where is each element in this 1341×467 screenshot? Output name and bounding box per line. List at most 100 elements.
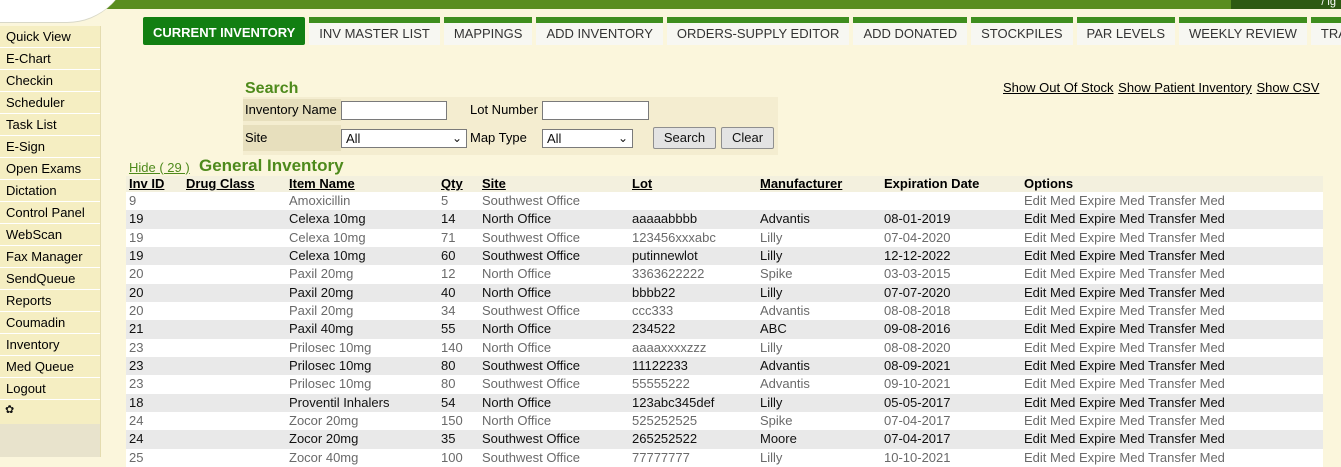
sidebar-item-open-exams[interactable]: Open Exams xyxy=(0,158,100,180)
tab-transactio[interactable]: TRANSACTIO xyxy=(1310,17,1341,45)
sidebar-item-med-queue[interactable]: Med Queue xyxy=(0,356,100,378)
header-qty[interactable]: Qty xyxy=(441,176,463,191)
sidebar-item-inventory[interactable]: Inventory xyxy=(0,334,100,356)
sidebar-item-e-sign[interactable]: E-Sign xyxy=(0,136,100,158)
transfer-med-link[interactable]: Transfer Med xyxy=(1148,230,1225,245)
expire-med-link[interactable]: Expire Med xyxy=(1079,211,1145,226)
tab-mappings[interactable]: MAPPINGS xyxy=(443,17,533,45)
search-title: Search xyxy=(245,80,299,97)
hide-section-link[interactable]: Hide ( 29 ) xyxy=(129,160,190,175)
header-item-name[interactable]: Item Name xyxy=(289,176,355,191)
sidebar-item-e-chart[interactable]: E-Chart xyxy=(0,48,100,70)
transfer-med-link[interactable]: Transfer Med xyxy=(1148,321,1225,336)
sidebar-item-dictation[interactable]: Dictation xyxy=(0,180,100,202)
header-manufacturer[interactable]: Manufacturer xyxy=(760,176,842,191)
sidebar-item-webscan[interactable]: WebScan xyxy=(0,224,100,246)
transfer-med-link[interactable]: Transfer Med xyxy=(1148,193,1225,208)
tab-par-levels[interactable]: PAR LEVELS xyxy=(1076,17,1176,45)
tab-inv-master-list[interactable]: INV MASTER LIST xyxy=(309,17,440,45)
expire-med-link[interactable]: Expire Med xyxy=(1079,450,1145,465)
tab-stockpiles[interactable]: STOCKPILES xyxy=(971,17,1073,45)
transfer-med-link[interactable]: Transfer Med xyxy=(1148,285,1225,300)
plugin-icon[interactable]: ✿ xyxy=(5,404,17,416)
edit-med-link[interactable]: Edit Med xyxy=(1024,376,1075,391)
tab-weekly-review[interactable]: WEEKLY REVIEW xyxy=(1179,17,1307,45)
expire-med-link[interactable]: Expire Med xyxy=(1079,340,1145,355)
header-lot[interactable]: Lot xyxy=(632,176,652,191)
header-inv-id[interactable]: Inv ID xyxy=(129,176,164,191)
tab-current-inventory[interactable]: CURRENT INVENTORY xyxy=(143,17,306,45)
edit-med-link[interactable]: Edit Med xyxy=(1024,248,1075,263)
transfer-med-link[interactable]: Transfer Med xyxy=(1148,450,1225,465)
cell-site: Southwest Office xyxy=(482,229,581,245)
edit-med-link[interactable]: Edit Med xyxy=(1024,211,1075,226)
header-drug-class[interactable]: Drug Class xyxy=(186,176,255,191)
sidebar-item-control-panel[interactable]: Control Panel xyxy=(0,202,100,224)
transfer-med-link[interactable]: Transfer Med xyxy=(1148,431,1225,446)
cell-inv-id: 23 xyxy=(129,339,144,355)
transfer-med-link[interactable]: Transfer Med xyxy=(1148,248,1225,263)
row-options: Edit Med Expire Med Transfer Med xyxy=(1024,450,1225,465)
edit-med-link[interactable]: Edit Med xyxy=(1024,395,1075,410)
edit-med-link[interactable]: Edit Med xyxy=(1024,266,1075,281)
transfer-med-link[interactable]: Transfer Med xyxy=(1148,266,1225,281)
expire-med-link[interactable]: Expire Med xyxy=(1079,395,1145,410)
top-banner xyxy=(0,0,1341,9)
edit-med-link[interactable]: Edit Med xyxy=(1024,450,1075,465)
sidebar-item-checkin[interactable]: Checkin xyxy=(0,70,100,92)
show-out-of-stock-link[interactable]: Show Out Of Stock xyxy=(1003,80,1114,95)
cell-lot: aaaaxxxxzzz xyxy=(632,339,707,355)
search-button[interactable]: Search xyxy=(653,127,716,149)
edit-med-link[interactable]: Edit Med xyxy=(1024,431,1075,446)
transfer-med-link[interactable]: Transfer Med xyxy=(1148,413,1225,428)
map-type-select[interactable]: All ⌄ xyxy=(542,129,633,148)
cell-item-name: Celexa 10mg xyxy=(289,247,366,263)
expire-med-link[interactable]: Expire Med xyxy=(1079,358,1145,373)
show-patient-inventory-link[interactable]: Show Patient Inventory xyxy=(1118,80,1252,95)
edit-med-link[interactable]: Edit Med xyxy=(1024,230,1075,245)
transfer-med-link[interactable]: Transfer Med xyxy=(1148,376,1225,391)
header-site[interactable]: Site xyxy=(482,176,506,191)
tab-add-inventory[interactable]: ADD INVENTORY xyxy=(536,17,663,45)
cell-qty: 54 xyxy=(441,394,456,410)
tab-add-donated[interactable]: ADD DONATED xyxy=(853,17,968,45)
expire-med-link[interactable]: Expire Med xyxy=(1079,285,1145,300)
transfer-med-link[interactable]: Transfer Med xyxy=(1148,395,1225,410)
edit-med-link[interactable]: Edit Med xyxy=(1024,340,1075,355)
clear-button[interactable]: Clear xyxy=(721,127,774,149)
sidebar-item-reports[interactable]: Reports xyxy=(0,290,100,312)
sidebar-item-scheduler[interactable]: Scheduler xyxy=(0,92,100,114)
expire-med-link[interactable]: Expire Med xyxy=(1079,321,1145,336)
sidebar-item-sendqueue[interactable]: SendQueue xyxy=(0,268,100,290)
edit-med-link[interactable]: Edit Med xyxy=(1024,321,1075,336)
inventory-name-input[interactable] xyxy=(341,101,447,120)
transfer-med-link[interactable]: Transfer Med xyxy=(1148,340,1225,355)
expire-med-link[interactable]: Expire Med xyxy=(1079,266,1145,281)
table-row: 9 Amoxicillin 5 Southwest Office Edit Med Ex… xyxy=(126,192,1323,211)
site-select[interactable]: All ⌄ xyxy=(341,129,467,148)
expire-med-link[interactable]: Expire Med xyxy=(1079,431,1145,446)
transfer-med-link[interactable]: Transfer Med xyxy=(1148,303,1225,318)
expire-med-link[interactable]: Expire Med xyxy=(1079,376,1145,391)
edit-med-link[interactable]: Edit Med xyxy=(1024,285,1075,300)
edit-med-link[interactable]: Edit Med xyxy=(1024,413,1075,428)
transfer-med-link[interactable]: Transfer Med xyxy=(1148,358,1225,373)
sidebar-item-logout[interactable]: Logout xyxy=(0,378,100,400)
sidebar-item-task-list[interactable]: Task List xyxy=(0,114,100,136)
edit-med-link[interactable]: Edit Med xyxy=(1024,193,1075,208)
sidebar-item-quick-view[interactable]: Quick View xyxy=(0,26,100,48)
sidebar-item-fax-manager[interactable]: Fax Manager xyxy=(0,246,100,268)
transfer-med-link[interactable]: Transfer Med xyxy=(1148,211,1225,226)
edit-med-link[interactable]: Edit Med xyxy=(1024,358,1075,373)
expire-med-link[interactable]: Expire Med xyxy=(1079,413,1145,428)
cell-manufacturer: Advantis xyxy=(760,357,810,373)
expire-med-link[interactable]: Expire Med xyxy=(1079,230,1145,245)
tab-orders-supply-editor[interactable]: ORDERS-SUPPLY EDITOR xyxy=(666,17,850,45)
sidebar-item-coumadin[interactable]: Coumadin xyxy=(0,312,100,334)
expire-med-link[interactable]: Expire Med xyxy=(1079,303,1145,318)
lot-number-input[interactable] xyxy=(542,101,649,120)
show-csv-link[interactable]: Show CSV xyxy=(1257,80,1320,95)
expire-med-link[interactable]: Expire Med xyxy=(1079,193,1145,208)
edit-med-link[interactable]: Edit Med xyxy=(1024,303,1075,318)
expire-med-link[interactable]: Expire Med xyxy=(1079,248,1145,263)
